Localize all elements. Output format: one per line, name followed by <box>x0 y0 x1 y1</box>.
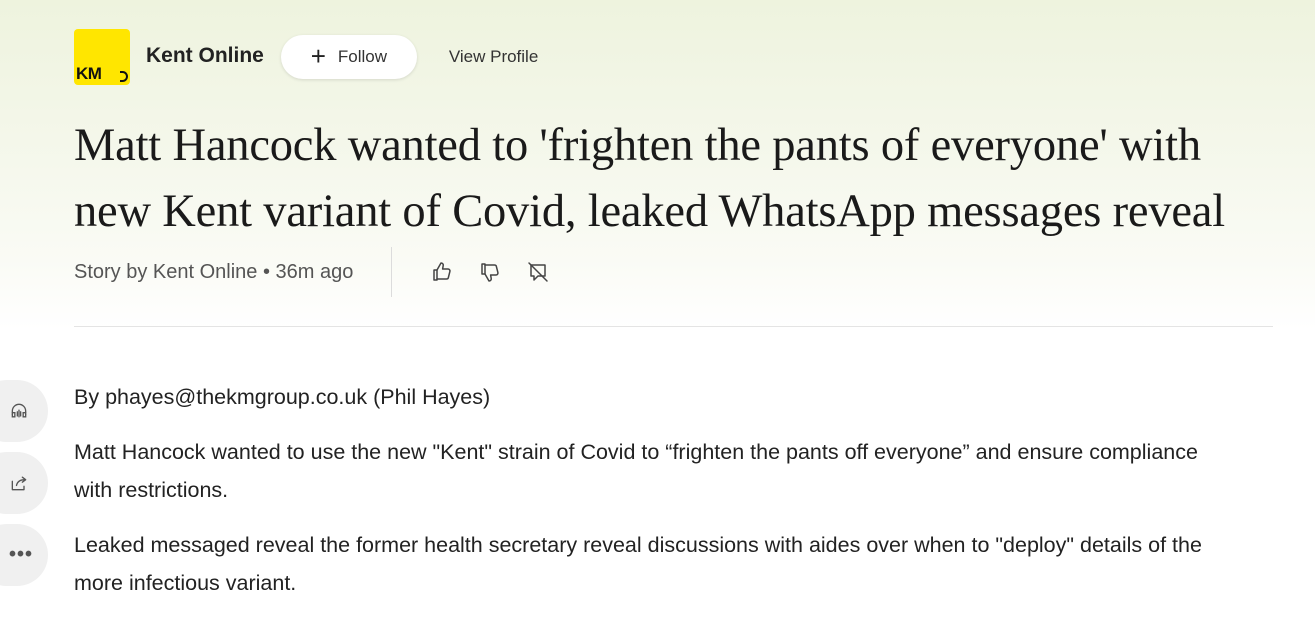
article-paragraph: Leaked messaged reveal the former health… <box>74 533 1202 595</box>
logo-mark-icon <box>120 71 128 82</box>
reactions-bar <box>430 260 550 284</box>
article-meta: Story by Kent Online • 36m ago <box>74 247 550 297</box>
header-divider <box>74 326 1273 327</box>
plus-icon: + <box>310 40 326 71</box>
side-toolbar: ••• <box>0 380 48 596</box>
headphones-icon <box>11 403 27 418</box>
follow-label: Follow <box>337 47 387 66</box>
publisher-name[interactable]: Kent Online <box>146 44 264 68</box>
share-icon <box>11 476 27 491</box>
share-button[interactable] <box>0 452 48 514</box>
article-paragraph: Matt Hancock wanted to use the new "Kent… <box>74 440 1198 502</box>
author-line: By phayes@thekmgroup.co.uk (Phil Hayes) <box>74 385 491 409</box>
thumbs-down-icon[interactable] <box>478 260 502 284</box>
publisher-header: KM Kent Online + Follow View Profile <box>74 29 538 85</box>
more-icon: ••• <box>9 543 34 566</box>
listen-button[interactable] <box>0 380 48 442</box>
article-body: By phayes@thekmgroup.co.uk (Phil Hayes) … <box>74 378 1234 619</box>
byline: Story by Kent Online • 36m ago <box>74 260 354 283</box>
article-headline: Matt Hancock wanted to 'frighten the pan… <box>74 120 1225 237</box>
meta-divider <box>391 247 393 297</box>
follow-button[interactable]: + Follow <box>280 35 417 79</box>
view-profile-link[interactable]: View Profile <box>449 47 538 67</box>
more-button[interactable]: ••• <box>0 524 48 586</box>
logo-text: KM <box>76 64 102 83</box>
thumbs-up-icon[interactable] <box>430 260 454 284</box>
publisher-logo[interactable]: KM <box>74 29 130 85</box>
comments-off-icon[interactable] <box>526 260 550 284</box>
